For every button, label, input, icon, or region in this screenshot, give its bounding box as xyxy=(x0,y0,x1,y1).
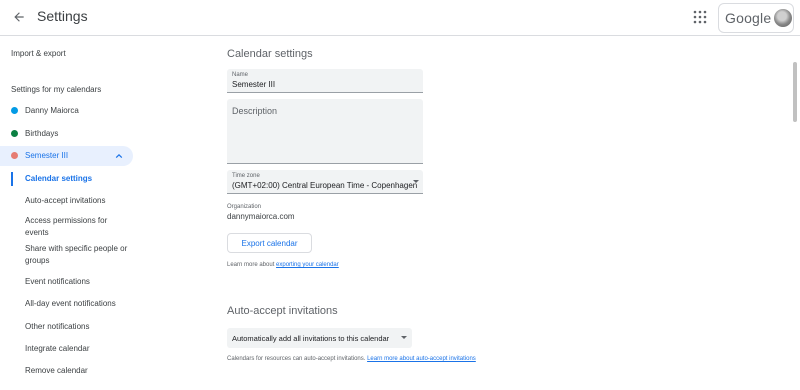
page-scrollbar[interactable] xyxy=(792,38,798,388)
export-help-text: Learn more about exporting your calendar xyxy=(227,262,339,268)
auto-accept-help-prefix: Calendars for resources can auto-accept … xyxy=(227,356,366,362)
nav-auto-accept-invitations[interactable]: Auto-accept invitations xyxy=(25,195,130,207)
nav-all-day-event-notifications[interactable]: All-day event notifications xyxy=(25,298,130,310)
chevron-up-icon[interactable] xyxy=(115,152,123,160)
name-field[interactable]: Name Semester III xyxy=(227,69,423,93)
apps-button[interactable] xyxy=(692,9,708,25)
avatar[interactable] xyxy=(774,9,792,27)
name-field-label: Name xyxy=(232,72,249,78)
calendar-item-semester-iii[interactable]: Semester III xyxy=(0,146,133,166)
export-help-prefix: Learn more about xyxy=(227,262,275,268)
calendar-color-dot xyxy=(11,107,18,114)
google-logo: Google xyxy=(725,10,772,26)
auto-accept-select[interactable]: Automatically add all invitations to thi… xyxy=(227,328,412,348)
calendar-item-birthdays[interactable]: Birthdays xyxy=(0,124,133,144)
calendar-color-dot xyxy=(11,130,18,137)
dropdown-arrow-icon xyxy=(413,180,419,183)
import-export-link[interactable]: Import & export xyxy=(11,49,66,58)
description-field[interactable]: Description xyxy=(227,99,423,164)
scrollbar-thumb[interactable] xyxy=(793,62,797,122)
calendar-name: Danny Maiorca xyxy=(25,106,79,115)
nav-other-notifications[interactable]: Other notifications xyxy=(25,321,130,333)
settings-sidebar: Import & export Settings for my calendar… xyxy=(0,37,140,390)
apps-grid-icon xyxy=(693,10,707,24)
auto-accept-select-value: Automatically add all invitations to thi… xyxy=(232,334,390,343)
calendar-name: Birthdays xyxy=(25,129,59,138)
nav-share-with-people[interactable]: Share with specific people or groups xyxy=(25,243,130,267)
account-switcher[interactable]: Google xyxy=(718,3,794,33)
settings-content: Calendar settings Name Semester III Desc… xyxy=(225,37,785,390)
nav-calendar-settings[interactable]: Calendar settings xyxy=(25,173,130,185)
selected-indicator xyxy=(11,172,13,186)
nav-event-notifications[interactable]: Event notifications xyxy=(25,276,130,288)
export-calendar-button[interactable]: Export calendar xyxy=(227,233,312,253)
calendar-color-dot xyxy=(11,152,18,159)
auto-accept-help-text: Calendars for resources can auto-accept … xyxy=(227,356,476,362)
auto-accept-heading: Auto-accept invitations xyxy=(227,305,338,317)
exporting-calendar-link[interactable]: exporting your calendar xyxy=(276,262,339,268)
back-button[interactable] xyxy=(8,6,30,28)
arrow-back-icon xyxy=(14,12,24,22)
nav-remove-calendar[interactable]: Remove calendar xyxy=(25,365,130,377)
calendar-settings-heading: Calendar settings xyxy=(227,48,313,60)
calendar-name: Semester III xyxy=(25,151,69,160)
name-field-value: Semester III xyxy=(232,80,276,89)
top-app-bar: Settings Google xyxy=(0,0,800,36)
auto-accept-learn-more-link[interactable]: Learn more about auto-accept invitations xyxy=(367,356,476,362)
nav-access-permissions[interactable]: Access permissions for events xyxy=(25,215,130,239)
dropdown-arrow-icon xyxy=(401,336,407,339)
timezone-select[interactable]: Time zone (GMT+02:00) Central European T… xyxy=(227,170,423,194)
timezone-value: (GMT+02:00) Central European Time - Cope… xyxy=(232,181,418,190)
timezone-label: Time zone xyxy=(232,173,260,179)
calendar-item-danny-maiorca[interactable]: Danny Maiorca xyxy=(0,101,133,121)
description-placeholder: Description xyxy=(232,106,278,116)
page-title: Settings xyxy=(37,8,88,24)
organization-value: dannymaiorca.com xyxy=(227,212,295,221)
organization-label: Organization xyxy=(227,204,262,210)
settings-for-my-calendars-heading[interactable]: Settings for my calendars xyxy=(11,85,101,94)
nav-integrate-calendar[interactable]: Integrate calendar xyxy=(25,343,130,355)
